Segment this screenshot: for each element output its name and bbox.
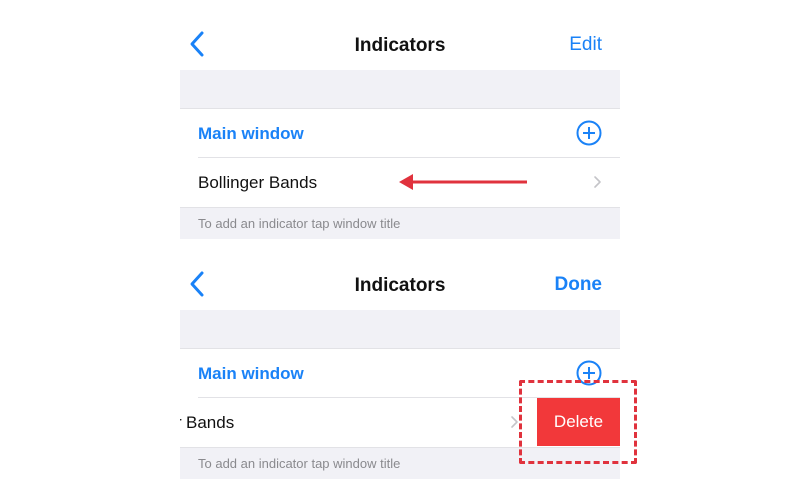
footer-hint: To add an indicator tap window title <box>198 456 401 471</box>
done-button[interactable]: Done <box>555 274 603 296</box>
section-title[interactable]: Main window <box>198 124 304 144</box>
indicator-label-visible: Bands <box>186 413 235 432</box>
navigation-bar: Indicators Edit <box>180 0 620 70</box>
section-spacer <box>180 310 620 348</box>
page-title: Indicators <box>354 35 446 56</box>
section-title[interactable]: Main window <box>198 364 304 384</box>
footer-hint: To add an indicator tap window title <box>198 216 401 231</box>
chevron-right-icon <box>594 176 601 188</box>
main-window-header[interactable]: Main window <box>180 108 620 157</box>
edit-button[interactable]: Edit <box>569 34 602 56</box>
plus-circle-icon[interactable] <box>576 120 602 146</box>
indicator-label: rBands <box>180 413 234 433</box>
arrow-left-icon <box>399 174 527 190</box>
section-footer: To add an indicator tap window title <box>180 207 620 239</box>
indicator-label-prefix: r <box>180 413 182 433</box>
indicators-screen-edit: Indicators Edit Main window Bollinger Ba… <box>180 0 620 240</box>
indicator-label: Bollinger Bands <box>198 173 318 192</box>
section-spacer <box>180 70 620 108</box>
chevron-right-icon <box>511 416 518 428</box>
annotation-highlight-box <box>519 380 637 464</box>
navigation-bar: Indicators Done <box>180 240 620 310</box>
